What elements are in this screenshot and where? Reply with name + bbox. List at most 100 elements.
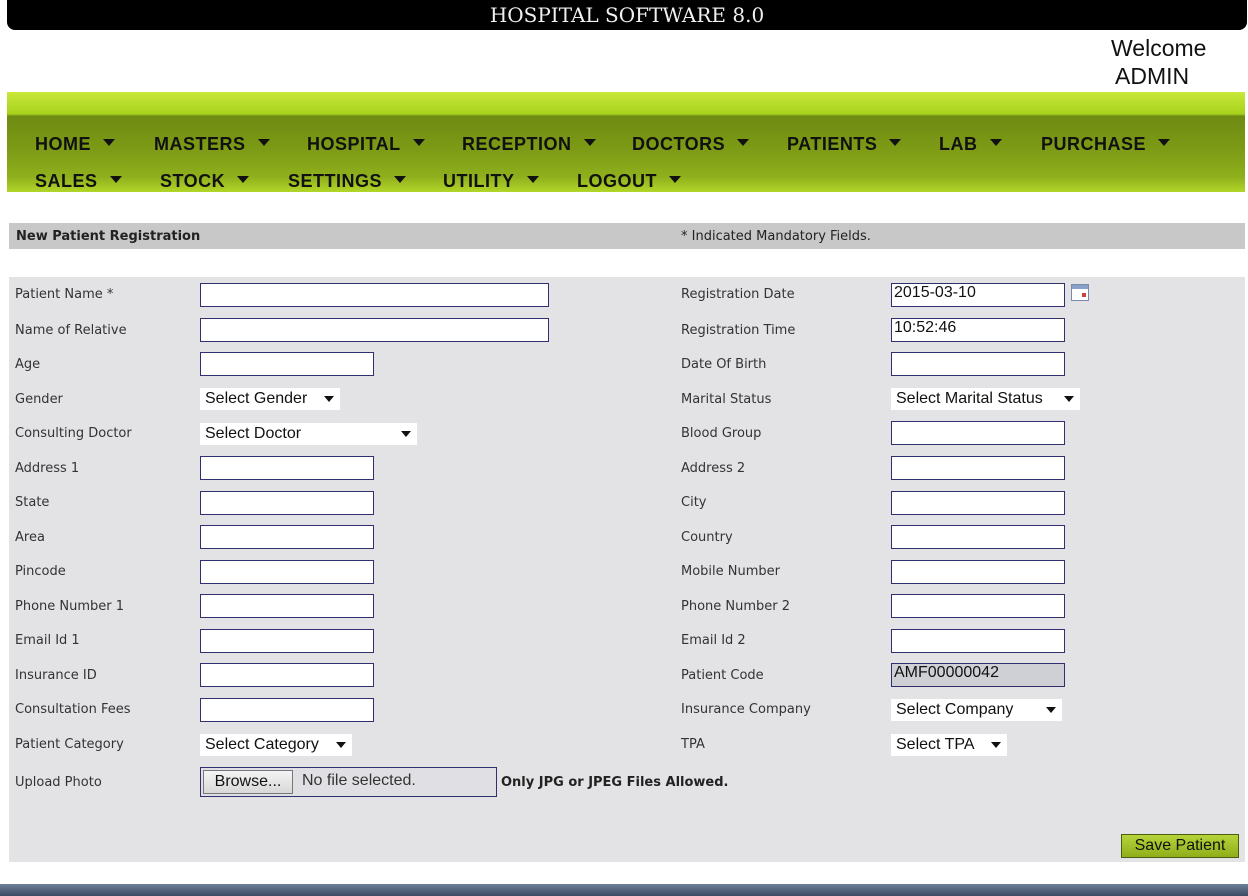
nav-label: SETTINGS xyxy=(288,171,383,191)
chevron-down-icon xyxy=(991,742,1001,748)
area-input[interactable] xyxy=(200,525,374,549)
nav-home[interactable]: HOME xyxy=(35,134,115,155)
label-pincode: Pincode xyxy=(15,564,66,579)
chevron-down-icon xyxy=(889,138,902,146)
label-state: State xyxy=(15,495,50,510)
insurance-company-select-value: Select Company xyxy=(896,701,1014,718)
label-phone-number-1: Phone Number 1 xyxy=(15,599,125,614)
nav-label: PATIENTS xyxy=(787,134,878,154)
label-area: Area xyxy=(15,530,45,545)
calendar-icon[interactable] xyxy=(1071,284,1089,301)
chevron-down-icon xyxy=(989,138,1002,146)
insurance-company-select[interactable]: Select Company xyxy=(891,699,1062,721)
nav-lab[interactable]: LAB xyxy=(939,134,1002,155)
app-title: HOSPITAL SOFTWARE 8.0 xyxy=(7,0,1247,30)
label-country: Country xyxy=(681,530,733,545)
country-input[interactable] xyxy=(891,525,1065,549)
browse-button[interactable]: Browse... xyxy=(203,770,293,794)
nav-purchase[interactable]: PURCHASE xyxy=(1041,134,1171,155)
welcome-user-name: ADMIN xyxy=(1115,63,1190,89)
phone-number-2-input[interactable] xyxy=(891,594,1065,618)
patient-code-field: AMF00000042 xyxy=(891,663,1065,687)
label-gender: Gender xyxy=(15,392,63,407)
chevron-down-icon xyxy=(324,396,334,402)
date-of-birth-input[interactable] xyxy=(891,352,1065,376)
chevron-down-icon xyxy=(103,138,115,146)
label-blood-group: Blood Group xyxy=(681,426,762,441)
os-taskbar xyxy=(0,884,1248,896)
welcome-text: Welcome xyxy=(1111,35,1207,61)
main-menu-bar: HOME MASTERS HOSPITAL RECEPTION DOCTORS … xyxy=(7,92,1245,192)
phone-number-1-input[interactable] xyxy=(200,594,374,618)
tpa-select-value: Select TPA xyxy=(896,736,975,753)
nav-reception[interactable]: RECEPTION xyxy=(462,134,596,155)
chevron-down-icon xyxy=(257,138,270,146)
label-address-2: Address 2 xyxy=(681,461,746,476)
marital-status-select-value: Select Marital Status xyxy=(896,390,1043,407)
nav-settings[interactable]: SETTINGS xyxy=(288,171,407,192)
photo-upload-field: Browse... No file selected. xyxy=(200,767,497,797)
nav-masters[interactable]: MASTERS xyxy=(154,134,270,155)
blood-group-input[interactable] xyxy=(891,421,1065,445)
tpa-select[interactable]: Select TPA xyxy=(891,734,1007,756)
chevron-down-icon xyxy=(394,175,407,183)
gender-select[interactable]: Select Gender xyxy=(200,388,340,410)
chevron-down-icon xyxy=(1064,396,1074,402)
gender-select-value: Select Gender xyxy=(205,390,308,407)
label-email-id-2: Email Id 2 xyxy=(681,633,746,648)
nav-label: SALES xyxy=(35,171,98,191)
state-input[interactable] xyxy=(200,491,374,515)
address-2-input[interactable] xyxy=(891,456,1065,480)
nav-label: MASTERS xyxy=(154,134,246,154)
email-id-2-input[interactable] xyxy=(891,629,1065,653)
nav-label: UTILITY xyxy=(443,171,515,191)
upload-format-note: Only JPG or JPEG Files Allowed. xyxy=(501,775,729,790)
nav-label: DOCTORS xyxy=(632,134,726,154)
label-insurance-id: Insurance ID xyxy=(15,668,97,683)
category-select[interactable]: Select Category xyxy=(200,734,352,756)
pincode-input[interactable] xyxy=(200,560,374,584)
label-marital-status: Marital Status xyxy=(681,392,772,407)
label-registration-date: Registration Date xyxy=(681,287,795,302)
age-input[interactable] xyxy=(200,352,374,376)
label-city: City xyxy=(681,495,707,510)
consultation-fees-input[interactable] xyxy=(200,698,374,722)
nav-hospital[interactable]: HOSPITAL xyxy=(307,134,425,155)
label-tpa: TPA xyxy=(681,737,705,752)
nav-label: RECEPTION xyxy=(462,134,572,154)
doctor-select[interactable]: Select Doctor xyxy=(200,423,417,445)
city-input[interactable] xyxy=(891,491,1065,515)
mandatory-note: * Indicated Mandatory Fields. xyxy=(681,229,871,244)
email-id-1-input[interactable] xyxy=(200,629,374,653)
label-patient-code: Patient Code xyxy=(681,668,764,683)
marital-status-select[interactable]: Select Marital Status xyxy=(891,388,1080,410)
insurance-id-input[interactable] xyxy=(200,663,374,687)
registration-date-input[interactable]: 2015-03-10 xyxy=(891,283,1065,307)
label-name-of-relative: Name of Relative xyxy=(15,323,127,338)
label-mobile-number: Mobile Number xyxy=(681,564,780,579)
patient-name-input[interactable] xyxy=(200,283,549,307)
label-insurance-company: Insurance Company xyxy=(681,702,811,717)
nav-sales[interactable]: SALES xyxy=(35,171,122,192)
label-patient-name: Patient Name * xyxy=(15,287,114,302)
chevron-down-icon xyxy=(1046,707,1056,713)
mobile-number-input[interactable] xyxy=(891,560,1065,584)
label-email-id-1: Email Id 1 xyxy=(15,633,80,648)
nav-label: LAB xyxy=(939,134,978,154)
label-patient-category: Patient Category xyxy=(15,737,124,752)
address-1-input[interactable] xyxy=(200,456,374,480)
nav-doctors[interactable]: DOCTORS xyxy=(632,134,750,155)
label-consulting-doctor: Consulting Doctor xyxy=(15,426,132,441)
registration-time-input[interactable]: 10:52:46 xyxy=(891,318,1065,342)
chevron-down-icon xyxy=(583,138,596,146)
chevron-down-icon xyxy=(737,138,750,146)
nav-utility[interactable]: UTILITY xyxy=(443,171,539,192)
relative-name-input[interactable] xyxy=(200,318,549,342)
nav-patients[interactable]: PATIENTS xyxy=(787,134,902,155)
nav-logout[interactable]: LOGOUT xyxy=(577,171,681,192)
nav-stock[interactable]: STOCK xyxy=(160,171,250,192)
save-patient-button[interactable]: Save Patient xyxy=(1121,834,1239,858)
file-status-text: No file selected. xyxy=(302,772,416,789)
nav-label: HOSPITAL xyxy=(307,134,401,154)
chevron-down-icon xyxy=(1158,138,1171,146)
